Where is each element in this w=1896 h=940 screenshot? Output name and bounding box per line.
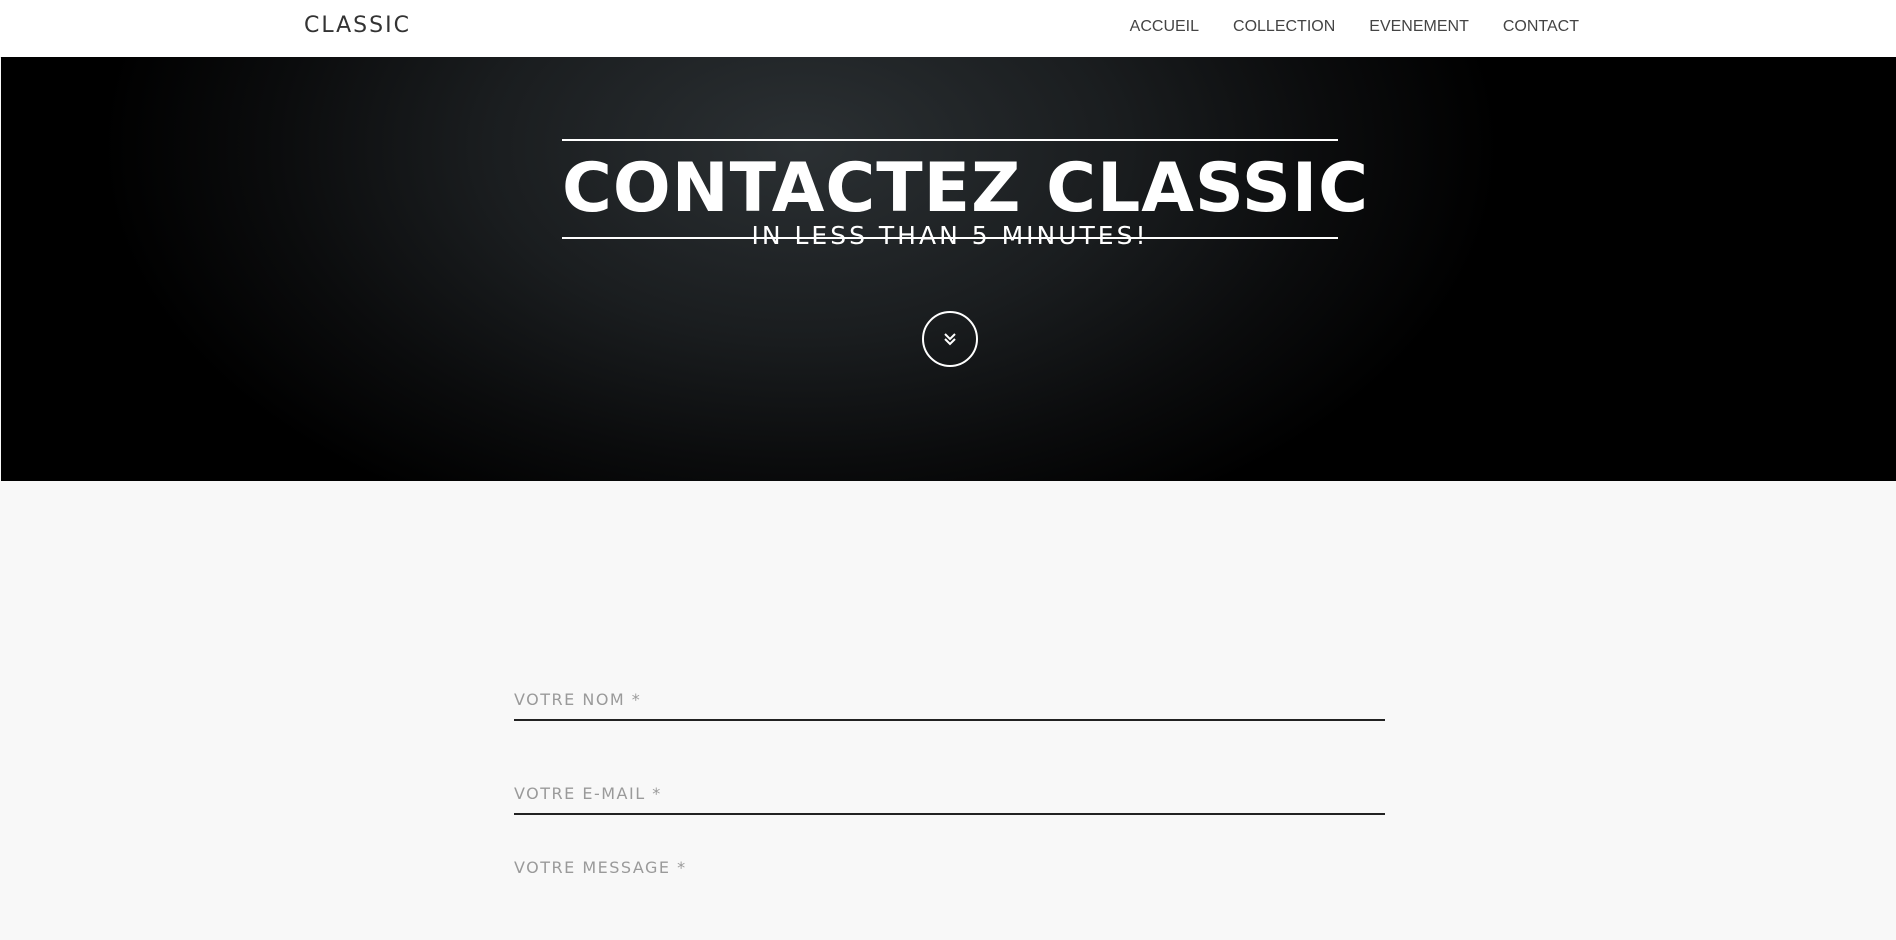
nav-item-evenement[interactable]: EVENEMENT [1369,18,1469,36]
name-input[interactable] [514,660,1385,729]
name-field-wrapper [514,660,1385,729]
hero-banner: CONTACTEZ CLASSIC IN LESS THAN 5 MINUTES… [1,57,1896,481]
nav-item-accueil[interactable]: ACCUEIL [1130,18,1199,36]
message-input[interactable] [514,848,1385,917]
navbar: CLASSIC ACCUEIL COLLECTION EVENEMENT CON… [0,0,1896,58]
email-input[interactable] [514,754,1385,823]
hero-subtitle: IN LESS THAN 5 MINUTES! [751,221,1149,250]
nav-item-contact[interactable]: CONTACT [1503,18,1579,36]
contact-form [514,660,1385,940]
nav-item-collection[interactable]: COLLECTION [1233,18,1335,36]
scroll-down-button[interactable] [922,311,978,367]
brand-logo[interactable]: CLASSIC [304,13,411,38]
double-chevron-down-icon [944,333,956,346]
main-nav: ACCUEIL COLLECTION EVENEMENT CONTACT [1130,18,1579,36]
message-field-wrapper [514,848,1385,917]
email-field-wrapper [514,754,1385,823]
